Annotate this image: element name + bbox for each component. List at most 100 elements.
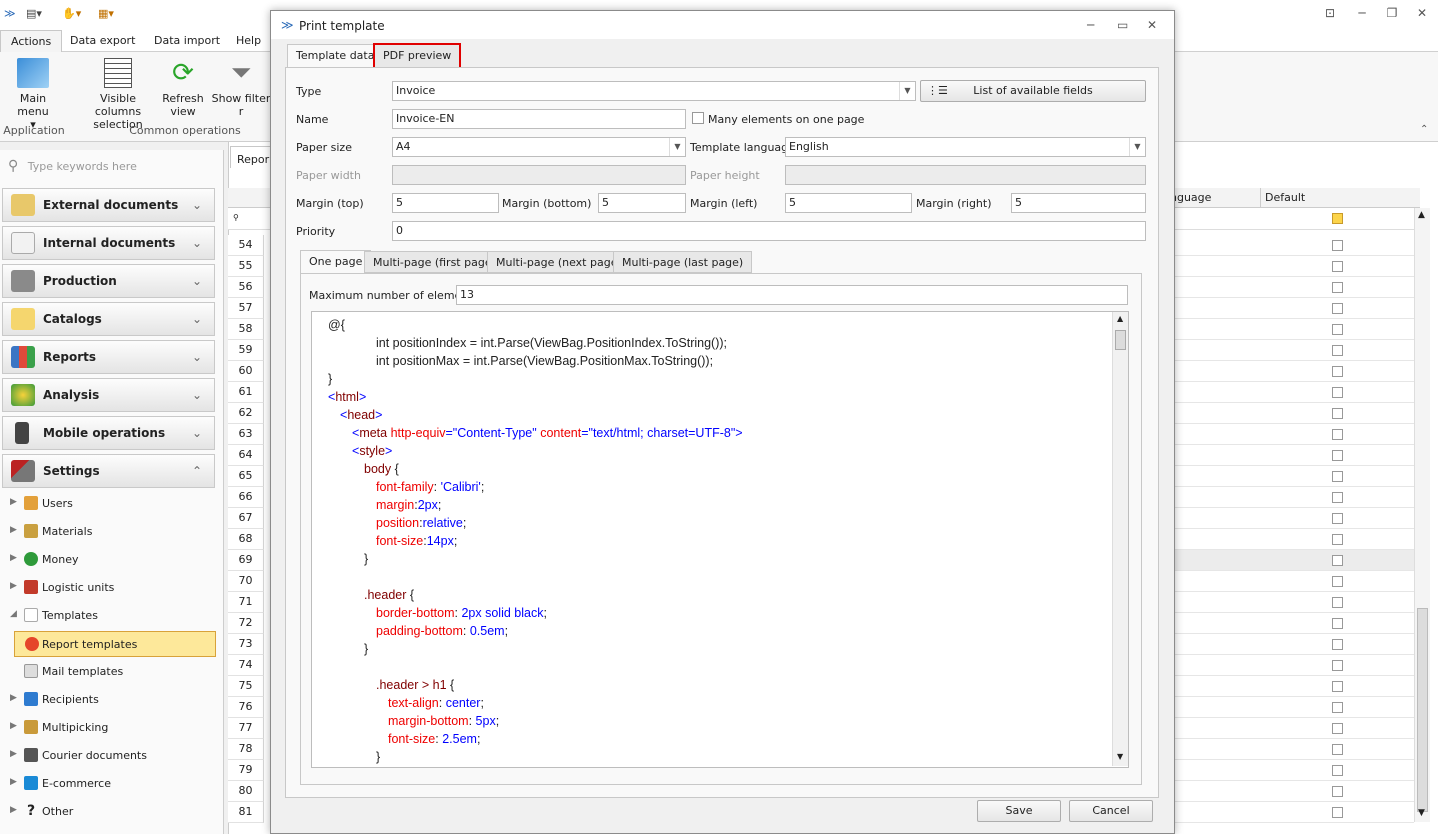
grid-row-number[interactable]: 77 (228, 718, 264, 739)
default-checkbox[interactable] (1332, 681, 1343, 692)
grid-row-number[interactable]: 80 (228, 781, 264, 802)
default-checkbox[interactable] (1332, 345, 1343, 356)
column-language[interactable]: nguage (1170, 191, 1211, 204)
scroll-up-icon[interactable]: ▲ (1117, 314, 1123, 323)
tree-item-other[interactable]: ▶? Other (0, 799, 222, 825)
dialog-maximize-icon[interactable]: ▭ (1117, 18, 1128, 32)
default-checkbox[interactable] (1332, 786, 1343, 797)
hand-quick-icon[interactable]: ✋▾ (62, 7, 84, 23)
margin-right-input[interactable]: 5 (1011, 193, 1146, 213)
default-checkbox[interactable] (1332, 450, 1343, 461)
grid-row-number[interactable]: 58 (228, 319, 264, 340)
scroll-down-icon[interactable]: ▼ (1418, 808, 1425, 818)
grid-row-number[interactable]: 67 (228, 508, 264, 529)
grid-row-number[interactable]: 68 (228, 529, 264, 550)
visible-columns-button[interactable]: Visible columns selection (80, 56, 156, 131)
restore-layout-icon[interactable]: ⊡ (1320, 6, 1340, 22)
list-fields-button[interactable]: ⋮☰ List of available fields (920, 80, 1146, 102)
default-checkbox[interactable] (1332, 261, 1343, 272)
grid-row-number[interactable]: 59 (228, 340, 264, 361)
type-select[interactable]: Invoice ▼ (392, 81, 916, 101)
grid-row-number[interactable]: 81 (228, 802, 264, 823)
default-checkbox[interactable] (1332, 702, 1343, 713)
default-checkbox[interactable] (1332, 639, 1343, 650)
tree-item-multipicking[interactable]: ▶ Multipicking (0, 715, 222, 741)
main-menu-button[interactable]: Main menu ▾ (4, 56, 62, 131)
tree-item-report-templates[interactable]: Report templates (14, 631, 216, 657)
code-scrollbar[interactable]: ▲ ▼ (1112, 312, 1128, 766)
maximize-icon[interactable]: ❐ (1382, 6, 1402, 22)
tab-multi-last[interactable]: Multi-page (last page) (613, 251, 753, 273)
tab-pdf-preview[interactable]: PDF preview (373, 43, 462, 69)
tree-item-materials[interactable]: ▶ Materials (0, 519, 222, 545)
search-box[interactable]: ⚲ Type keywords here (8, 158, 218, 178)
grid-row-number[interactable]: 62 (228, 403, 264, 424)
margin-left-input[interactable]: 5 (785, 193, 912, 213)
cancel-button[interactable]: Cancel (1069, 800, 1153, 822)
tree-item-users[interactable]: ▶ Users (0, 491, 222, 517)
grid-row-number[interactable]: 60 (228, 361, 264, 382)
dialog-minimize-icon[interactable]: ─ (1087, 18, 1094, 32)
max-elements-input[interactable]: 13 (456, 285, 1128, 305)
grid-row-number[interactable]: 63 (228, 424, 264, 445)
grid-row-number[interactable]: 71 (228, 592, 264, 613)
category-settings[interactable]: Settings ⌃ (2, 454, 215, 488)
default-checkbox[interactable] (1332, 555, 1343, 566)
default-checkbox[interactable] (1332, 471, 1343, 482)
grid-scrollbar[interactable]: ▲ ▼ (1414, 208, 1430, 822)
default-checkbox[interactable] (1332, 492, 1343, 503)
paper-size-select[interactable]: A4 ▼ (392, 137, 686, 157)
grid-row-number[interactable]: 57 (228, 298, 264, 319)
tree-item-templates[interactable]: ◢ Templates (0, 603, 222, 629)
tab-multi-next[interactable]: Multi-page (next page) (487, 251, 631, 273)
tree-item-mail-templates[interactable]: Mail templates (0, 659, 222, 685)
abc-quick-icon[interactable]: ▦▾ (98, 7, 122, 23)
grid-row-number[interactable]: 66 (228, 487, 264, 508)
default-checkbox[interactable] (1332, 429, 1343, 440)
default-checkbox[interactable] (1332, 408, 1343, 419)
tab-help[interactable]: Help (226, 30, 271, 52)
default-checkbox[interactable] (1332, 282, 1343, 293)
grid-row-number[interactable]: 76 (228, 697, 264, 718)
documents-quick-icon[interactable]: ▤▾ (26, 7, 48, 23)
default-checkbox[interactable] (1332, 513, 1343, 524)
minimize-icon[interactable]: ─ (1352, 6, 1372, 22)
tab-actions[interactable]: Actions (0, 30, 63, 52)
grid-row-number[interactable]: 75 (228, 676, 264, 697)
grid-row-number[interactable]: 73 (228, 634, 264, 655)
grid-row-number[interactable]: 61 (228, 382, 264, 403)
code-scroll-thumb[interactable] (1115, 330, 1126, 350)
default-checkbox[interactable] (1332, 576, 1343, 587)
scroll-up-icon[interactable]: ▲ (1418, 210, 1425, 220)
template-code-editor[interactable]: @{int positionIndex = int.Parse(ViewBag.… (311, 311, 1129, 768)
tree-item-recipients[interactable]: ▶ Recipients (0, 687, 222, 713)
default-checkbox[interactable] (1332, 744, 1343, 755)
default-checkbox[interactable] (1332, 366, 1343, 377)
category-analysis[interactable]: Analysis ⌄ (2, 378, 215, 412)
default-checkbox[interactable] (1332, 807, 1343, 818)
show-filter-button[interactable]: ⏷ Show filter r (210, 56, 272, 118)
tree-item-courier-documents[interactable]: ▶ Courier documents (0, 743, 222, 769)
grid-row-number[interactable]: 72 (228, 613, 264, 634)
tree-item-logistic-units[interactable]: ▶ Logistic units (0, 575, 222, 601)
tab-data-import[interactable]: Data import (144, 30, 230, 52)
grid-row-number[interactable]: 79 (228, 760, 264, 781)
filter-row-icon[interactable]: ⚲ (228, 208, 272, 230)
scroll-down-icon[interactable]: ▼ (1117, 752, 1123, 761)
tree-item-e-commerce[interactable]: ▶ E-commerce (0, 771, 222, 797)
default-checkbox[interactable] (1332, 534, 1343, 545)
grid-row-number[interactable]: 69 (228, 550, 264, 571)
default-checkbox[interactable] (1332, 387, 1343, 398)
margin-bottom-input[interactable]: 5 (598, 193, 686, 213)
tab-one-page[interactable]: One page (300, 250, 372, 274)
grid-row-number[interactable]: 55 (228, 256, 264, 277)
scroll-thumb[interactable] (1417, 608, 1428, 812)
save-button[interactable]: Save (977, 800, 1061, 822)
grid-row-number[interactable]: 74 (228, 655, 264, 676)
tab-template-data[interactable]: Template data (287, 44, 384, 68)
column-default[interactable]: Default (1265, 191, 1305, 204)
category-internal-documents[interactable]: Internal documents ⌄ (2, 226, 215, 260)
default-checkbox[interactable] (1332, 303, 1343, 314)
close-icon[interactable]: ✕ (1412, 6, 1432, 22)
grid-row-number[interactable]: 54 (228, 235, 264, 256)
